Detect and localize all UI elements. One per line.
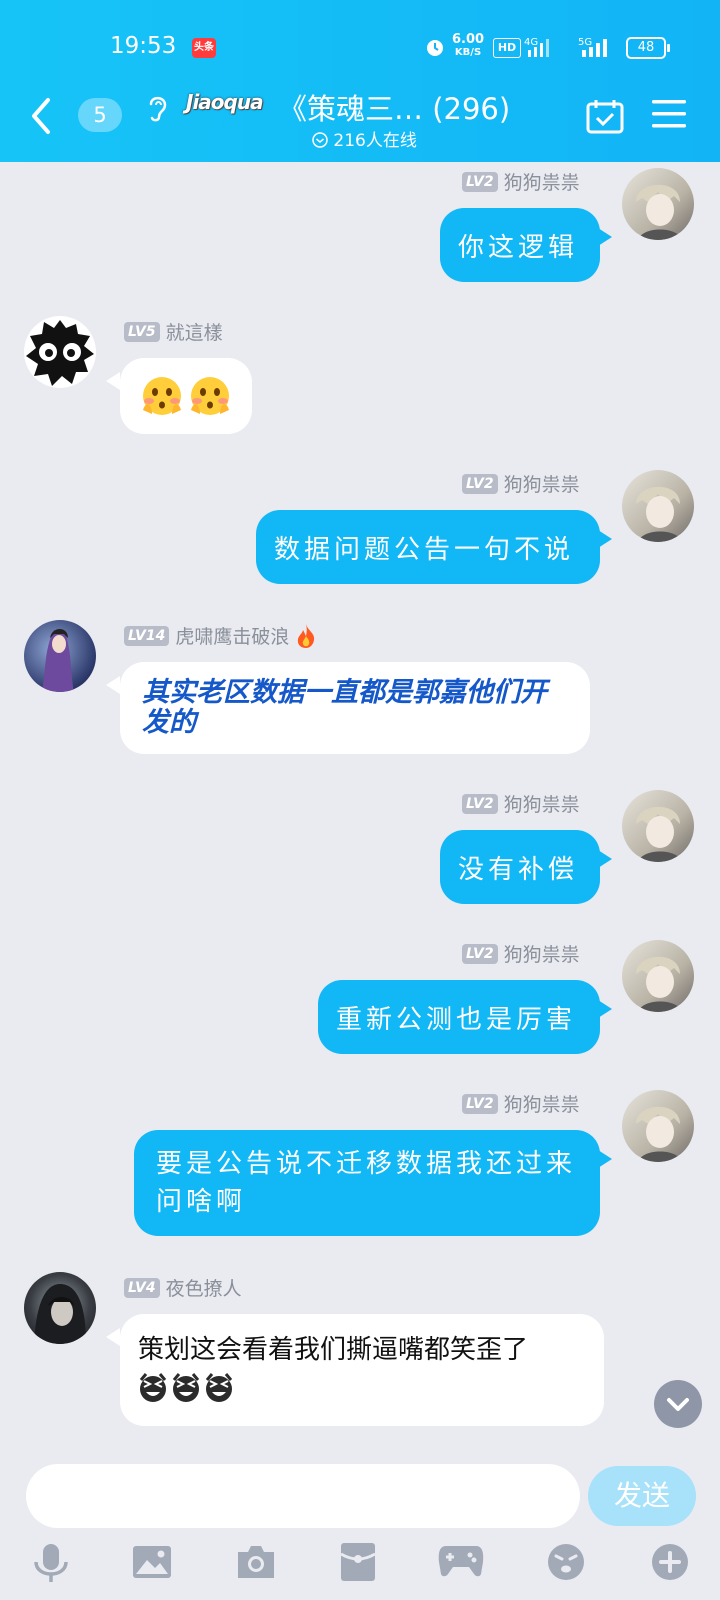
message-bubble[interactable]: 数据问题公告一句不说 — [256, 510, 600, 584]
message-bubble[interactable]: 其实老区数据一直都是郭嘉他们开发的 — [120, 662, 590, 754]
signal-5g-icon: 5G — [578, 37, 607, 57]
microphone-icon[interactable] — [32, 1542, 70, 1584]
net-speed: 6.00 KB/S — [452, 32, 485, 58]
sender-name: 虎啸鹰击破浪 — [175, 626, 290, 648]
image-icon[interactable] — [132, 1542, 172, 1580]
message-sender: LV2 狗狗祟祟 — [462, 1090, 580, 1117]
message-text: 你这逻辑 — [458, 232, 579, 263]
message-sender: LV2 狗狗祟祟 — [462, 790, 580, 817]
ear-icon[interactable] — [145, 92, 171, 124]
calendar-check-icon[interactable] — [586, 98, 624, 134]
soot-sprite-avatar-icon — [26, 320, 94, 386]
anime-boy-avatar-icon — [636, 1106, 682, 1162]
laughing-emoji-icon — [139, 1373, 233, 1402]
scroll-to-bottom-button[interactable] — [654, 1380, 702, 1428]
message-input[interactable] — [26, 1464, 580, 1528]
anime-boy-avatar-icon — [636, 806, 682, 862]
message-sender: LV14 虎啸鹰击破浪 — [124, 622, 317, 649]
menu-icon[interactable] — [652, 98, 686, 130]
level-badge: LV2 — [462, 943, 498, 964]
level-badge: LV2 — [462, 473, 498, 494]
message-bubble[interactable] — [120, 358, 252, 434]
level-badge: LV5 — [124, 321, 160, 342]
emoji-icon[interactable] — [546, 1542, 586, 1582]
camera-icon[interactable] — [236, 1542, 276, 1580]
sender-name: 狗狗祟祟 — [503, 1094, 580, 1116]
back-arrow-icon[interactable] — [26, 96, 56, 136]
message-bubble[interactable]: 没有补偿 — [440, 830, 600, 904]
plus-icon[interactable] — [650, 1542, 690, 1582]
sender-name: 夜色撩人 — [165, 1278, 242, 1300]
group-logo: Jiaoqua — [186, 90, 264, 114]
avatar[interactable] — [622, 940, 694, 1012]
red-packet-icon[interactable] — [340, 1542, 376, 1582]
message-bubble[interactable]: 你这逻辑 — [440, 208, 600, 282]
message-text: 策划这会看着我们撕逼嘴都笑歪了 — [138, 1335, 529, 1365]
svg-text:4G: 4G — [524, 37, 538, 48]
avatar[interactable] — [24, 620, 96, 692]
flushed-emoji-icon — [143, 377, 229, 415]
online-count[interactable]: 216人在线 — [312, 126, 417, 151]
message-sender: LV2 狗狗祟祟 — [462, 940, 580, 967]
send-button[interactable]: 发送 — [588, 1466, 696, 1526]
avatar[interactable] — [622, 470, 694, 542]
level-badge: LV2 — [462, 1093, 498, 1114]
battery-icon: 48 — [626, 37, 670, 59]
avatar[interactable] — [24, 316, 96, 388]
avatar[interactable] — [622, 790, 694, 862]
message-text: 重新公测也是厉害 — [336, 1004, 577, 1035]
message-sender: LV4 夜色撩人 — [124, 1274, 242, 1301]
message-text: 没有补偿 — [458, 854, 579, 885]
level-badge: LV2 — [462, 171, 498, 192]
level-badge: LV4 — [124, 1277, 160, 1298]
message-text: 要是公告说不迁移数据我还过来问啥啊 — [156, 1149, 577, 1217]
level-badge: LV14 — [124, 625, 170, 646]
message-text: 数据问题公告一句不说 — [274, 534, 575, 565]
anime-boy-avatar-icon — [636, 486, 682, 542]
message-bubble[interactable]: 重新公测也是厉害 — [318, 980, 600, 1054]
fire-icon — [298, 623, 315, 648]
sender-name: 狗狗祟祟 — [503, 944, 580, 966]
avatar[interactable] — [622, 1090, 694, 1162]
svg-text:5G: 5G — [578, 37, 592, 48]
chat-header: 19:53 头条 6.00 KB/S HD 4G 5G 48 5 Jiaoqua … — [0, 0, 720, 162]
avatar[interactable] — [622, 168, 694, 240]
message-sender: LV2 狗狗祟祟 — [462, 470, 580, 497]
warrior-avatar-icon — [42, 629, 74, 692]
sender-name: 狗狗祟祟 — [503, 172, 580, 194]
message-text: 其实老区数据一直都是郭嘉他们开发的 — [142, 677, 547, 738]
sender-name: 就這樣 — [165, 322, 223, 344]
unread-count-badge[interactable]: 5 — [78, 98, 122, 132]
message-bubble[interactable]: 要是公告说不迁移数据我还过来问啥啊 — [134, 1130, 600, 1236]
anime-boy-avatar-icon — [636, 956, 682, 1012]
sender-name: 狗狗祟祟 — [503, 474, 580, 496]
game-controller-icon[interactable] — [438, 1542, 484, 1578]
anime-boy-avatar-icon — [636, 184, 682, 240]
hd-icon: HD — [493, 38, 521, 58]
chevron-down-icon — [667, 1398, 689, 1411]
signal-4g-icon: 4G — [524, 37, 549, 57]
group-title[interactable]: 《策魂三… (296) — [278, 86, 510, 128]
news-app-icon: 头条 — [192, 38, 216, 58]
level-badge: LV2 — [462, 793, 498, 814]
hooded-person-avatar-icon — [34, 1284, 86, 1344]
sender-name: 狗狗祟祟 — [503, 794, 580, 816]
avatar[interactable] — [24, 1272, 96, 1344]
chevron-down-icon — [312, 132, 328, 148]
status-time: 19:53 — [110, 33, 177, 59]
message-sender: LV2 狗狗祟祟 — [462, 168, 580, 195]
alarm-icon — [427, 40, 443, 56]
message-bubble[interactable]: 策划这会看着我们撕逼嘴都笑歪了 — [120, 1314, 604, 1426]
message-sender: LV5 就這樣 — [124, 318, 223, 345]
